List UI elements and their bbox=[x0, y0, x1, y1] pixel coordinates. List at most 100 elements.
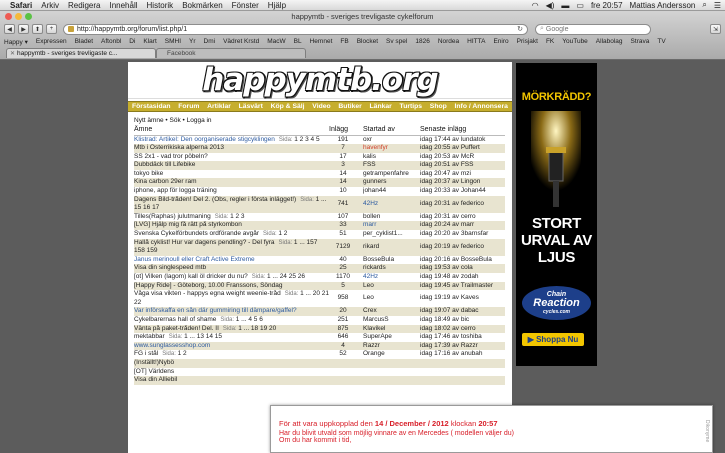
last-post[interactable]: idag 20:19 av federico bbox=[420, 238, 505, 256]
last-post[interactable]: idag 18:49 av bic bbox=[420, 316, 505, 325]
topic-title[interactable]: mektabbar Sida: 1 ... 13 14 15 bbox=[134, 333, 329, 342]
menu-app[interactable]: Safari bbox=[10, 1, 32, 10]
bookmark-item[interactable]: YouTube bbox=[562, 38, 588, 45]
flag-icon[interactable]: ▬ bbox=[561, 1, 569, 10]
ad-banner[interactable]: MÖRKRÄDD? STORT URVAL AV LJUS Chain Reac… bbox=[516, 63, 597, 366]
started-by[interactable]: oxr bbox=[363, 135, 420, 144]
ad-shop-button[interactable]: ▶ Shoppa Nu bbox=[522, 333, 584, 346]
table-row[interactable]: Hallå cyklist! Hur var dagens pendling? … bbox=[134, 238, 505, 256]
menu-fonster[interactable]: Fönster bbox=[232, 1, 259, 10]
topic-title-text[interactable]: Vänta på paket-tråden! Del. II bbox=[134, 325, 219, 332]
started-by[interactable]: Crex bbox=[363, 307, 420, 316]
nav-info-annonsera[interactable]: Info / Annonsera bbox=[455, 103, 508, 110]
topic-title[interactable]: Vänta på paket-tråden! Del. II Sida: 1 ..… bbox=[134, 324, 329, 334]
nav-förstasidan[interactable]: Förstasidan bbox=[132, 103, 171, 110]
page-links[interactable]: 1 2 3 bbox=[230, 213, 244, 220]
last-post[interactable]: idag 18:02 av cerro bbox=[420, 324, 505, 334]
table-row[interactable]: Dagens Bild-tråden! Del 2. (Obs, regler … bbox=[134, 195, 505, 213]
last-post[interactable]: idag 20:37 av Lingon bbox=[420, 178, 505, 188]
topic-title-text[interactable]: Mtb i Österrikiska alperna 2013 bbox=[134, 144, 224, 151]
table-row[interactable]: [Happy Ride] - Göteborg, 10.00 Franssons… bbox=[134, 281, 505, 291]
topic-title[interactable]: iphone, app för logga träning bbox=[134, 187, 329, 196]
menu-historik[interactable]: Historik bbox=[147, 1, 174, 10]
started-by[interactable]: rickards bbox=[363, 264, 420, 273]
bookmark-item[interactable]: TV bbox=[657, 38, 665, 45]
last-post[interactable]: idag 20:31 av cerro bbox=[420, 213, 505, 222]
menu-redigera[interactable]: Redigera bbox=[68, 1, 100, 10]
nav-video[interactable]: Video bbox=[312, 103, 330, 110]
topic-title-text[interactable]: [LVG] Hjälp mig få rätt på styrkombon bbox=[134, 221, 242, 228]
spotlight-icon[interactable]: ⌕ bbox=[702, 0, 706, 10]
topic-title-text[interactable]: Visa din singlespeed mtb bbox=[134, 264, 206, 271]
started-by[interactable]: SuperApe bbox=[363, 333, 420, 342]
list-icon[interactable]: ☰ bbox=[714, 1, 721, 10]
topic-title-text[interactable]: Var införskaffa en sån där gummiring til… bbox=[134, 307, 297, 314]
page-links[interactable]: 1 ... 4 5 6 bbox=[236, 316, 263, 323]
bookmark-item[interactable]: Allabolag bbox=[596, 38, 623, 45]
topic-title-text[interactable]: FG i stål bbox=[134, 350, 158, 357]
topic-title-text[interactable]: [ot] Vilken (lagom) kall öl dricker du n… bbox=[134, 273, 248, 280]
started-by[interactable]: kalis bbox=[363, 153, 420, 162]
share-button[interactable]: ⬆ bbox=[32, 24, 43, 34]
search-link[interactable]: Sök bbox=[170, 117, 181, 124]
started-by[interactable]: 42Hz bbox=[363, 273, 420, 282]
topic-title[interactable]: Hallå cyklist! Hur var dagens pendling? … bbox=[134, 238, 329, 256]
started-by[interactable]: bollen bbox=[363, 213, 420, 222]
minimize-window-icon[interactable] bbox=[15, 13, 22, 20]
forward-button[interactable]: ▶ bbox=[18, 24, 29, 34]
topic-title-text[interactable]: mektabbar bbox=[134, 333, 165, 340]
topic-title[interactable]: Cykelbarernas hall of shame Sida: 1 ... 4… bbox=[134, 316, 329, 325]
topic-title-text[interactable]: Klistrad: Artikel: Den oorganiserade sti… bbox=[134, 136, 275, 143]
topic-title[interactable]: [Happy Ride] - Göteborg, 10.00 Franssons… bbox=[134, 281, 329, 291]
topic-title-text[interactable]: [OT] Världens bbox=[134, 368, 174, 375]
last-post[interactable]: idag 17:44 av lundatok bbox=[420, 135, 505, 144]
tab-happymtb[interactable]: ✕ happymtb - sveriges trevligaste c... bbox=[6, 48, 156, 58]
battery-icon[interactable]: ▭ bbox=[576, 1, 584, 10]
bookmark-item[interactable]: Blocket bbox=[357, 38, 378, 45]
menu-hjalp[interactable]: Hjälp bbox=[268, 1, 286, 10]
last-post[interactable] bbox=[420, 368, 505, 377]
bookmark-item[interactable]: Yr bbox=[189, 38, 196, 45]
topic-title[interactable]: [ot] Vilken (lagom) kall öl dricker du n… bbox=[134, 273, 329, 282]
started-by[interactable]: Klavikel bbox=[363, 324, 420, 334]
last-post[interactable]: idag 20:47 av mzi bbox=[420, 170, 505, 179]
last-post[interactable]: idag 19:53 av cola bbox=[420, 264, 505, 273]
col-last-post[interactable]: Senaste inlägg bbox=[420, 125, 505, 136]
search-field[interactable]: ⌕ bbox=[535, 23, 651, 35]
back-button[interactable]: ◀ bbox=[4, 24, 15, 34]
address-bar[interactable]: http://happymtb.org/forum/list.php/1 ↻ bbox=[63, 23, 528, 35]
bookmark-item[interactable]: SMHI bbox=[165, 38, 181, 45]
col-posts[interactable]: Inlägg bbox=[329, 125, 363, 136]
topic-title[interactable]: Tilles(Raphas) julutmaning Sida: 1 2 3 bbox=[134, 213, 329, 222]
topic-title[interactable]: www.sunglassesshop.com bbox=[134, 341, 329, 351]
table-row[interactable]: Janus merinoull eller Craft Active Extre… bbox=[134, 256, 505, 265]
menu-bokmarken[interactable]: Bokmärken bbox=[182, 1, 222, 10]
table-row[interactable]: iphone, app för logga träning 10 johan44 id… bbox=[134, 187, 505, 196]
topic-title-text[interactable]: Cykelbarernas hall of shame bbox=[134, 316, 216, 323]
topic-title-text[interactable]: Dubbdäck till Lifebike bbox=[134, 161, 195, 168]
topic-title-text[interactable]: www.sunglassesshop.com bbox=[134, 342, 210, 349]
topic-title[interactable]: Mtb i Österrikiska alperna 2013 bbox=[134, 144, 329, 153]
bookmark-item[interactable]: FK bbox=[546, 38, 554, 45]
clock[interactable]: fre 20:57 bbox=[591, 1, 623, 10]
table-row[interactable]: [OT] Världens bbox=[134, 368, 505, 377]
close-window-icon[interactable] bbox=[5, 13, 12, 20]
bookmark-item[interactable]: Strava bbox=[631, 38, 650, 45]
started-by[interactable]: havenfyr bbox=[363, 144, 420, 153]
bookmark-item[interactable]: Expressen bbox=[36, 38, 67, 45]
topic-title[interactable]: tokyo bike bbox=[134, 170, 329, 179]
started-by[interactable]: MarcusS bbox=[363, 316, 420, 325]
table-row[interactable]: [LVG] Hjälp mig få rätt på styrkombon 33 m… bbox=[134, 221, 505, 231]
close-tab-icon[interactable]: ✕ bbox=[10, 50, 15, 57]
topic-title[interactable]: Var införskaffa en sån där gummiring til… bbox=[134, 307, 329, 316]
started-by[interactable] bbox=[363, 358, 420, 368]
search-input[interactable] bbox=[545, 25, 636, 33]
bookmark-item[interactable]: BL bbox=[294, 38, 302, 45]
topic-title[interactable]: Dagens Bild-tråden! Del 2. (Obs, regler … bbox=[134, 195, 329, 213]
topic-title-text[interactable]: iphone, app för logga träning bbox=[134, 187, 217, 194]
reload-icon[interactable]: ↻ bbox=[517, 25, 523, 33]
bookmark-item[interactable]: Klart bbox=[143, 38, 156, 45]
topic-title[interactable]: FG i stål Sida: 1 2 bbox=[134, 350, 329, 359]
table-row[interactable]: www.sunglassesshop.com 4 Razzr idag 17:39 a… bbox=[134, 341, 505, 351]
bookmark-item[interactable]: Sv spel bbox=[386, 38, 407, 45]
